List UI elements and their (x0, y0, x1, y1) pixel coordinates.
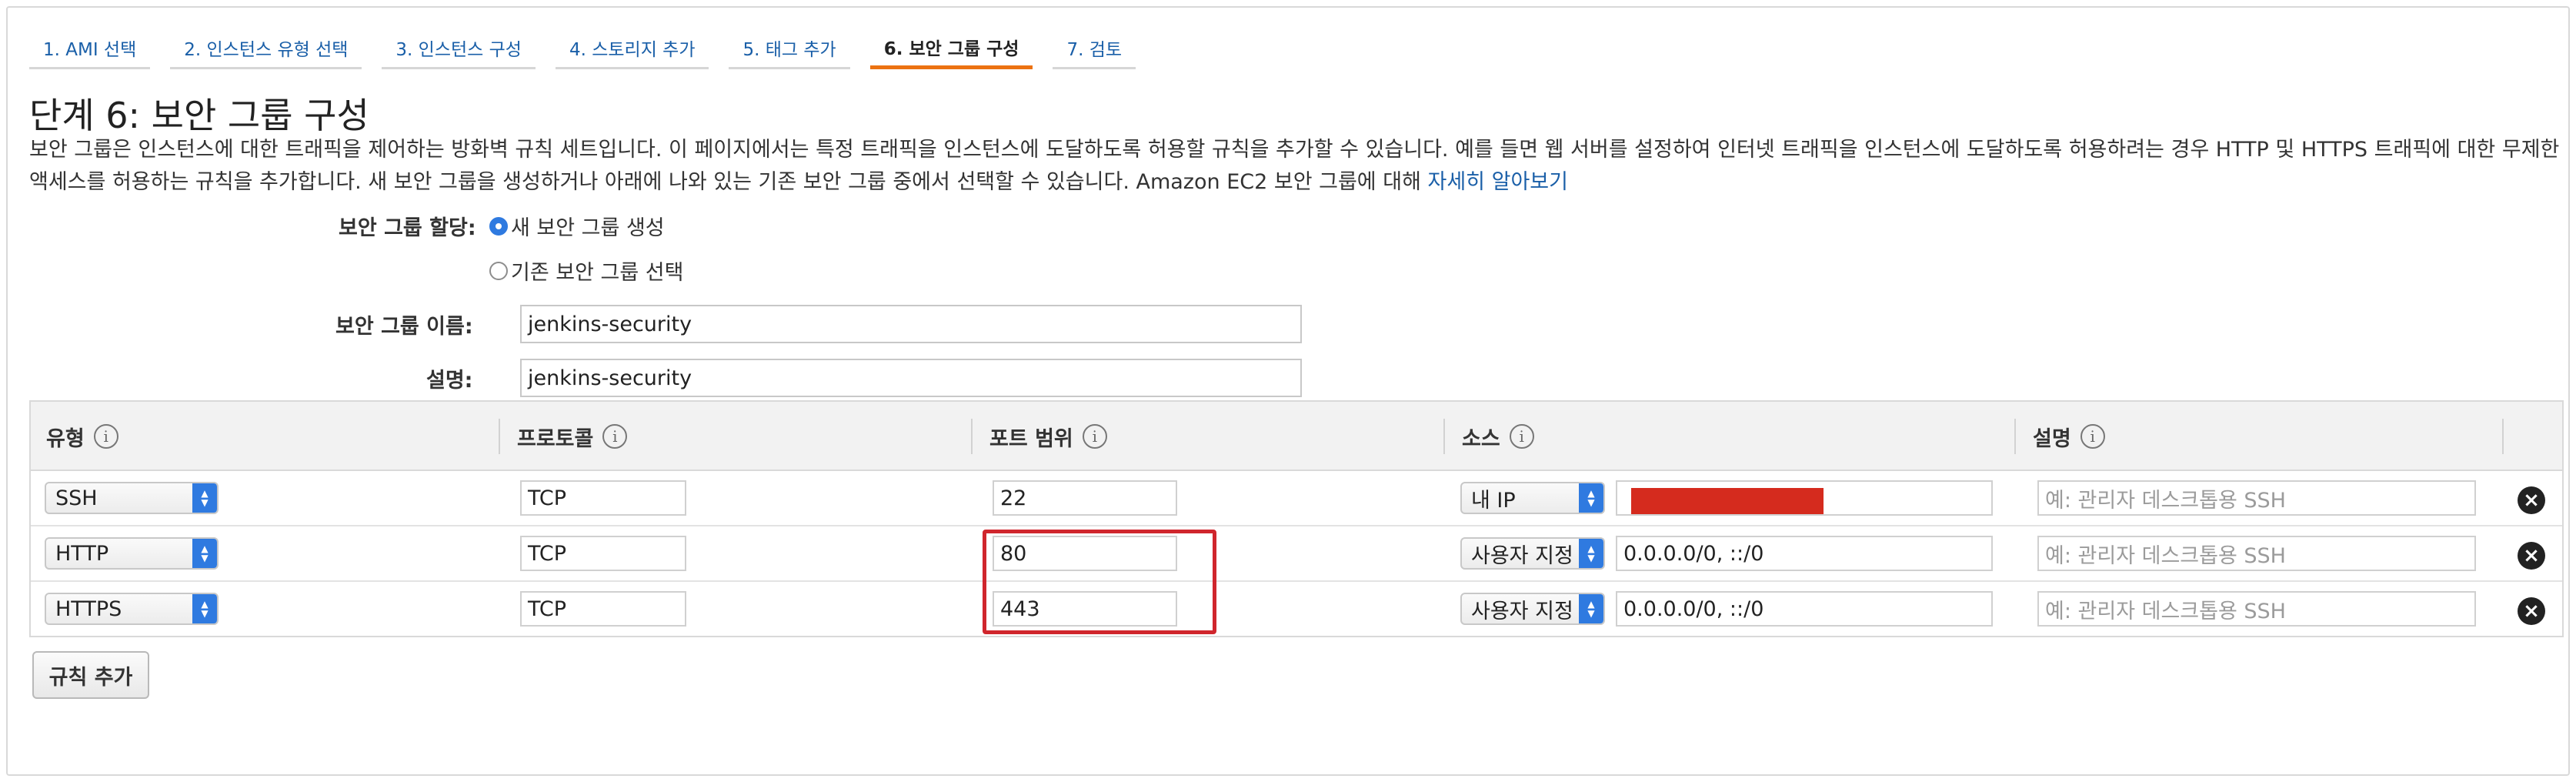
header-divider (499, 419, 500, 454)
tab-security-group[interactable]: 6. 보안 그룹 구성 (869, 28, 1033, 69)
header-type-label: 유형 (46, 426, 85, 451)
protocol-field: TCP (520, 591, 686, 627)
header-source-label: 소스 (1462, 426, 1500, 451)
header-divider (971, 419, 973, 454)
chevron-updown-icon: ▲ ▼ (1579, 594, 1603, 623)
header-divider (1443, 419, 1445, 454)
source-type-select[interactable]: 사용자 지정 ▲ ▼ (1460, 593, 1605, 625)
add-rule-button[interactable]: 규칙 추가 (32, 651, 149, 699)
chevron-updown-icon: ▲ ▼ (1579, 539, 1603, 568)
info-icon[interactable]: i (2080, 424, 2105, 449)
table-row: HTTPS ▲ ▼ TCP 443 사용자 지정 ▲ ▼ 0.0.0.0/0, ::/0… (31, 582, 2562, 637)
type-select-value: SSH (55, 486, 98, 510)
type-select-value: HTTPS (55, 597, 122, 621)
chevron-updown-icon: ▲ ▼ (1579, 483, 1603, 513)
port-range-input[interactable]: 443 (993, 591, 1177, 627)
chevron-updown-icon: ▲ ▼ (192, 483, 217, 513)
table-row: HTTP ▲ ▼ TCP 80 사용자 지정 ▲ ▼ 0.0.0.0/0, ::/0 예… (31, 526, 2562, 582)
header-protocol-label: 프로토콜 (517, 426, 594, 451)
tab-add-storage[interactable]: 4. 스토리지 추가 (555, 28, 709, 69)
header-type: 유형 i (31, 402, 118, 471)
radio-new-button[interactable] (489, 216, 508, 236)
header-divider (2502, 419, 2504, 454)
rules-table: 유형 i 프로토콜 i 포트 범위 i 소스 i 설명 i SSH ▲ ▼ TCP 22 내 … (29, 400, 2564, 637)
remove-rule-icon[interactable]: × (2518, 597, 2545, 625)
radio-existing-group[interactable]: 기존 보안 그룹 선택 (489, 256, 683, 286)
port-range-input[interactable]: 80 (993, 536, 1177, 571)
source-cidr-input[interactable] (1616, 480, 1993, 516)
protocol-field: TCP (520, 536, 686, 571)
source-type-value: 내 IP (1471, 488, 1516, 513)
tab-review[interactable]: 7. 검토 (1053, 28, 1136, 69)
tab-configure-instance[interactable]: 3. 인스턴스 구성 (382, 28, 536, 69)
radio-existing-button[interactable] (489, 261, 508, 280)
wizard-tabs: 1. AMI 선택 2. 인스턴스 유형 선택 3. 인스턴스 구성 4. 스토… (29, 28, 1136, 69)
rule-description-input[interactable]: 예: 관리자 데스크톱용 SSH (2037, 591, 2476, 627)
type-select-value: HTTP (55, 541, 109, 566)
info-icon[interactable]: i (602, 424, 628, 449)
port-range-input[interactable]: 22 (993, 480, 1177, 516)
tab-add-tags[interactable]: 5. 태그 추가 (729, 28, 850, 69)
radio-new-label: 새 보안 그룹 생성 (511, 216, 665, 240)
chevron-updown-icon: ▲ ▼ (192, 539, 217, 568)
tab-instance-type[interactable]: 2. 인스턴스 유형 선택 (170, 28, 362, 69)
group-description-label: 설명: (426, 369, 473, 393)
header-port-label: 포트 범위 (989, 426, 1073, 451)
header-protocol: 프로토콜 i (502, 402, 628, 471)
group-description-input[interactable]: jenkins-security (520, 359, 1302, 397)
source-type-value: 사용자 지정 (1471, 599, 1573, 623)
header-source: 소스 i (1446, 402, 1534, 471)
type-select[interactable]: HTTPS ▲ ▼ (45, 593, 219, 625)
radio-new-group[interactable]: 새 보안 그룹 생성 (489, 211, 665, 241)
tab-ami[interactable]: 1. AMI 선택 (29, 28, 151, 69)
type-select[interactable]: SSH ▲ ▼ (45, 482, 219, 514)
header-divider (2014, 419, 2016, 454)
rule-description-input[interactable]: 예: 관리자 데스크톱용 SSH (2037, 480, 2476, 516)
header-port-range: 포트 범위 i (974, 402, 1107, 471)
page-description: 보안 그룹은 인스턴스에 대한 트래픽을 제어하는 방화벽 규칙 세트입니다. … (29, 134, 2561, 199)
table-row: SSH ▲ ▼ TCP 22 내 IP ▲ ▼ 예: 관리자 데스크톱용 SSH × (31, 471, 2562, 526)
assign-label: 보안 그룹 할당: (339, 216, 476, 240)
rule-description-input[interactable]: 예: 관리자 데스크톱용 SSH (2037, 536, 2476, 571)
radio-existing-label: 기존 보안 그룹 선택 (511, 261, 684, 285)
source-type-select[interactable]: 내 IP ▲ ▼ (1460, 482, 1605, 514)
learn-more-link[interactable]: 자세히 알아보기 (1428, 170, 1568, 194)
protocol-field: TCP (520, 480, 686, 516)
header-description: 설명 i (2017, 402, 2105, 471)
description-text: 보안 그룹은 인스턴스에 대한 트래픽을 제어하는 방화벽 규칙 세트입니다. … (29, 138, 2560, 194)
info-icon[interactable]: i (93, 424, 118, 449)
group-name-label: 보안 그룹 이름: (335, 315, 473, 339)
table-header: 유형 i 프로토콜 i 포트 범위 i 소스 i 설명 i (31, 402, 2562, 471)
remove-rule-icon[interactable]: × (2518, 542, 2545, 570)
info-icon[interactable]: i (1509, 424, 1534, 449)
type-select[interactable]: HTTP ▲ ▼ (45, 537, 219, 570)
source-cidr-input[interactable]: 0.0.0.0/0, ::/0 (1616, 591, 1993, 627)
redaction-bar (1631, 488, 1824, 514)
source-type-value: 사용자 지정 (1471, 543, 1573, 568)
header-description-label: 설명 (2033, 426, 2071, 451)
remove-rule-icon[interactable]: × (2518, 486, 2545, 514)
info-icon[interactable]: i (1082, 424, 1107, 449)
source-type-select[interactable]: 사용자 지정 ▲ ▼ (1460, 537, 1605, 570)
group-name-input[interactable]: jenkins-security (520, 305, 1302, 343)
chevron-updown-icon: ▲ ▼ (192, 594, 217, 623)
source-cidr-input[interactable]: 0.0.0.0/0, ::/0 (1616, 536, 1993, 571)
page-title: 단계 6: 보안 그룹 구성 (29, 95, 369, 136)
